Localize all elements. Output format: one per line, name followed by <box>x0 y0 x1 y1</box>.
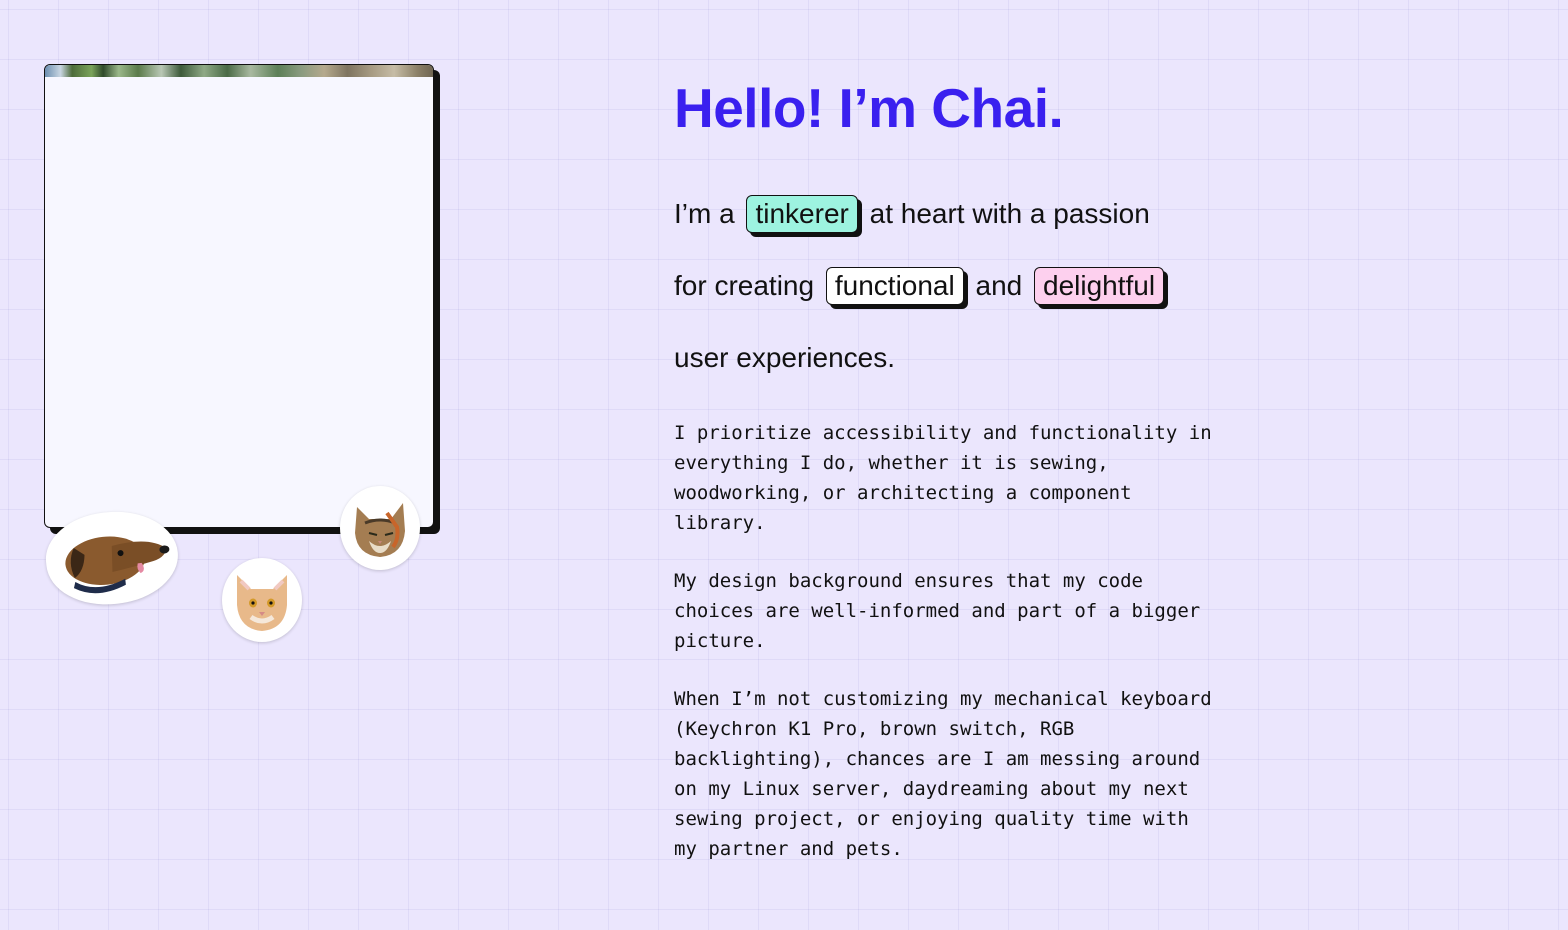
bio-paragraph-hobbies: When I’m not customizing my mechanical k… <box>674 688 1212 860</box>
delightful-chip: delightful <box>1034 267 1165 305</box>
bio-paragraph-design: My design background ensures that my cod… <box>674 570 1201 652</box>
about-section: Hello! I’m Chai. I’m a tinkerer at heart… <box>674 70 1234 892</box>
intro-text: for creating <box>674 270 815 301</box>
intro-text: at heart with a passion <box>869 198 1150 229</box>
page-title: Hello! I’m Chai. <box>674 77 1064 139</box>
bio-paragraph-accessibility: I prioritize accessibility and functiona… <box>674 422 1212 534</box>
functional-chip: functional <box>825 267 964 305</box>
intro-line-2: for creating functional and delightful <box>674 250 1234 322</box>
intro-line-3: user experiences. <box>674 322 1234 394</box>
tabby-cat-sticker-icon <box>340 486 420 570</box>
profile-photo <box>45 65 433 77</box>
intro-paragraph: I’m a tinkerer at heart with a passion f… <box>674 178 1234 394</box>
orange-cat-sticker-icon <box>222 558 302 642</box>
intro-text: user experiences. <box>674 342 896 373</box>
intro-text: I’m a <box>674 198 735 229</box>
tinkerer-chip: tinkerer <box>746 195 858 233</box>
profile-photo-frame <box>44 64 434 528</box>
intro-text: and <box>975 270 1023 301</box>
intro-line-1: I’m a tinkerer at heart with a passion <box>674 178 1234 250</box>
bio-section: I prioritize accessibility and functiona… <box>674 418 1214 864</box>
